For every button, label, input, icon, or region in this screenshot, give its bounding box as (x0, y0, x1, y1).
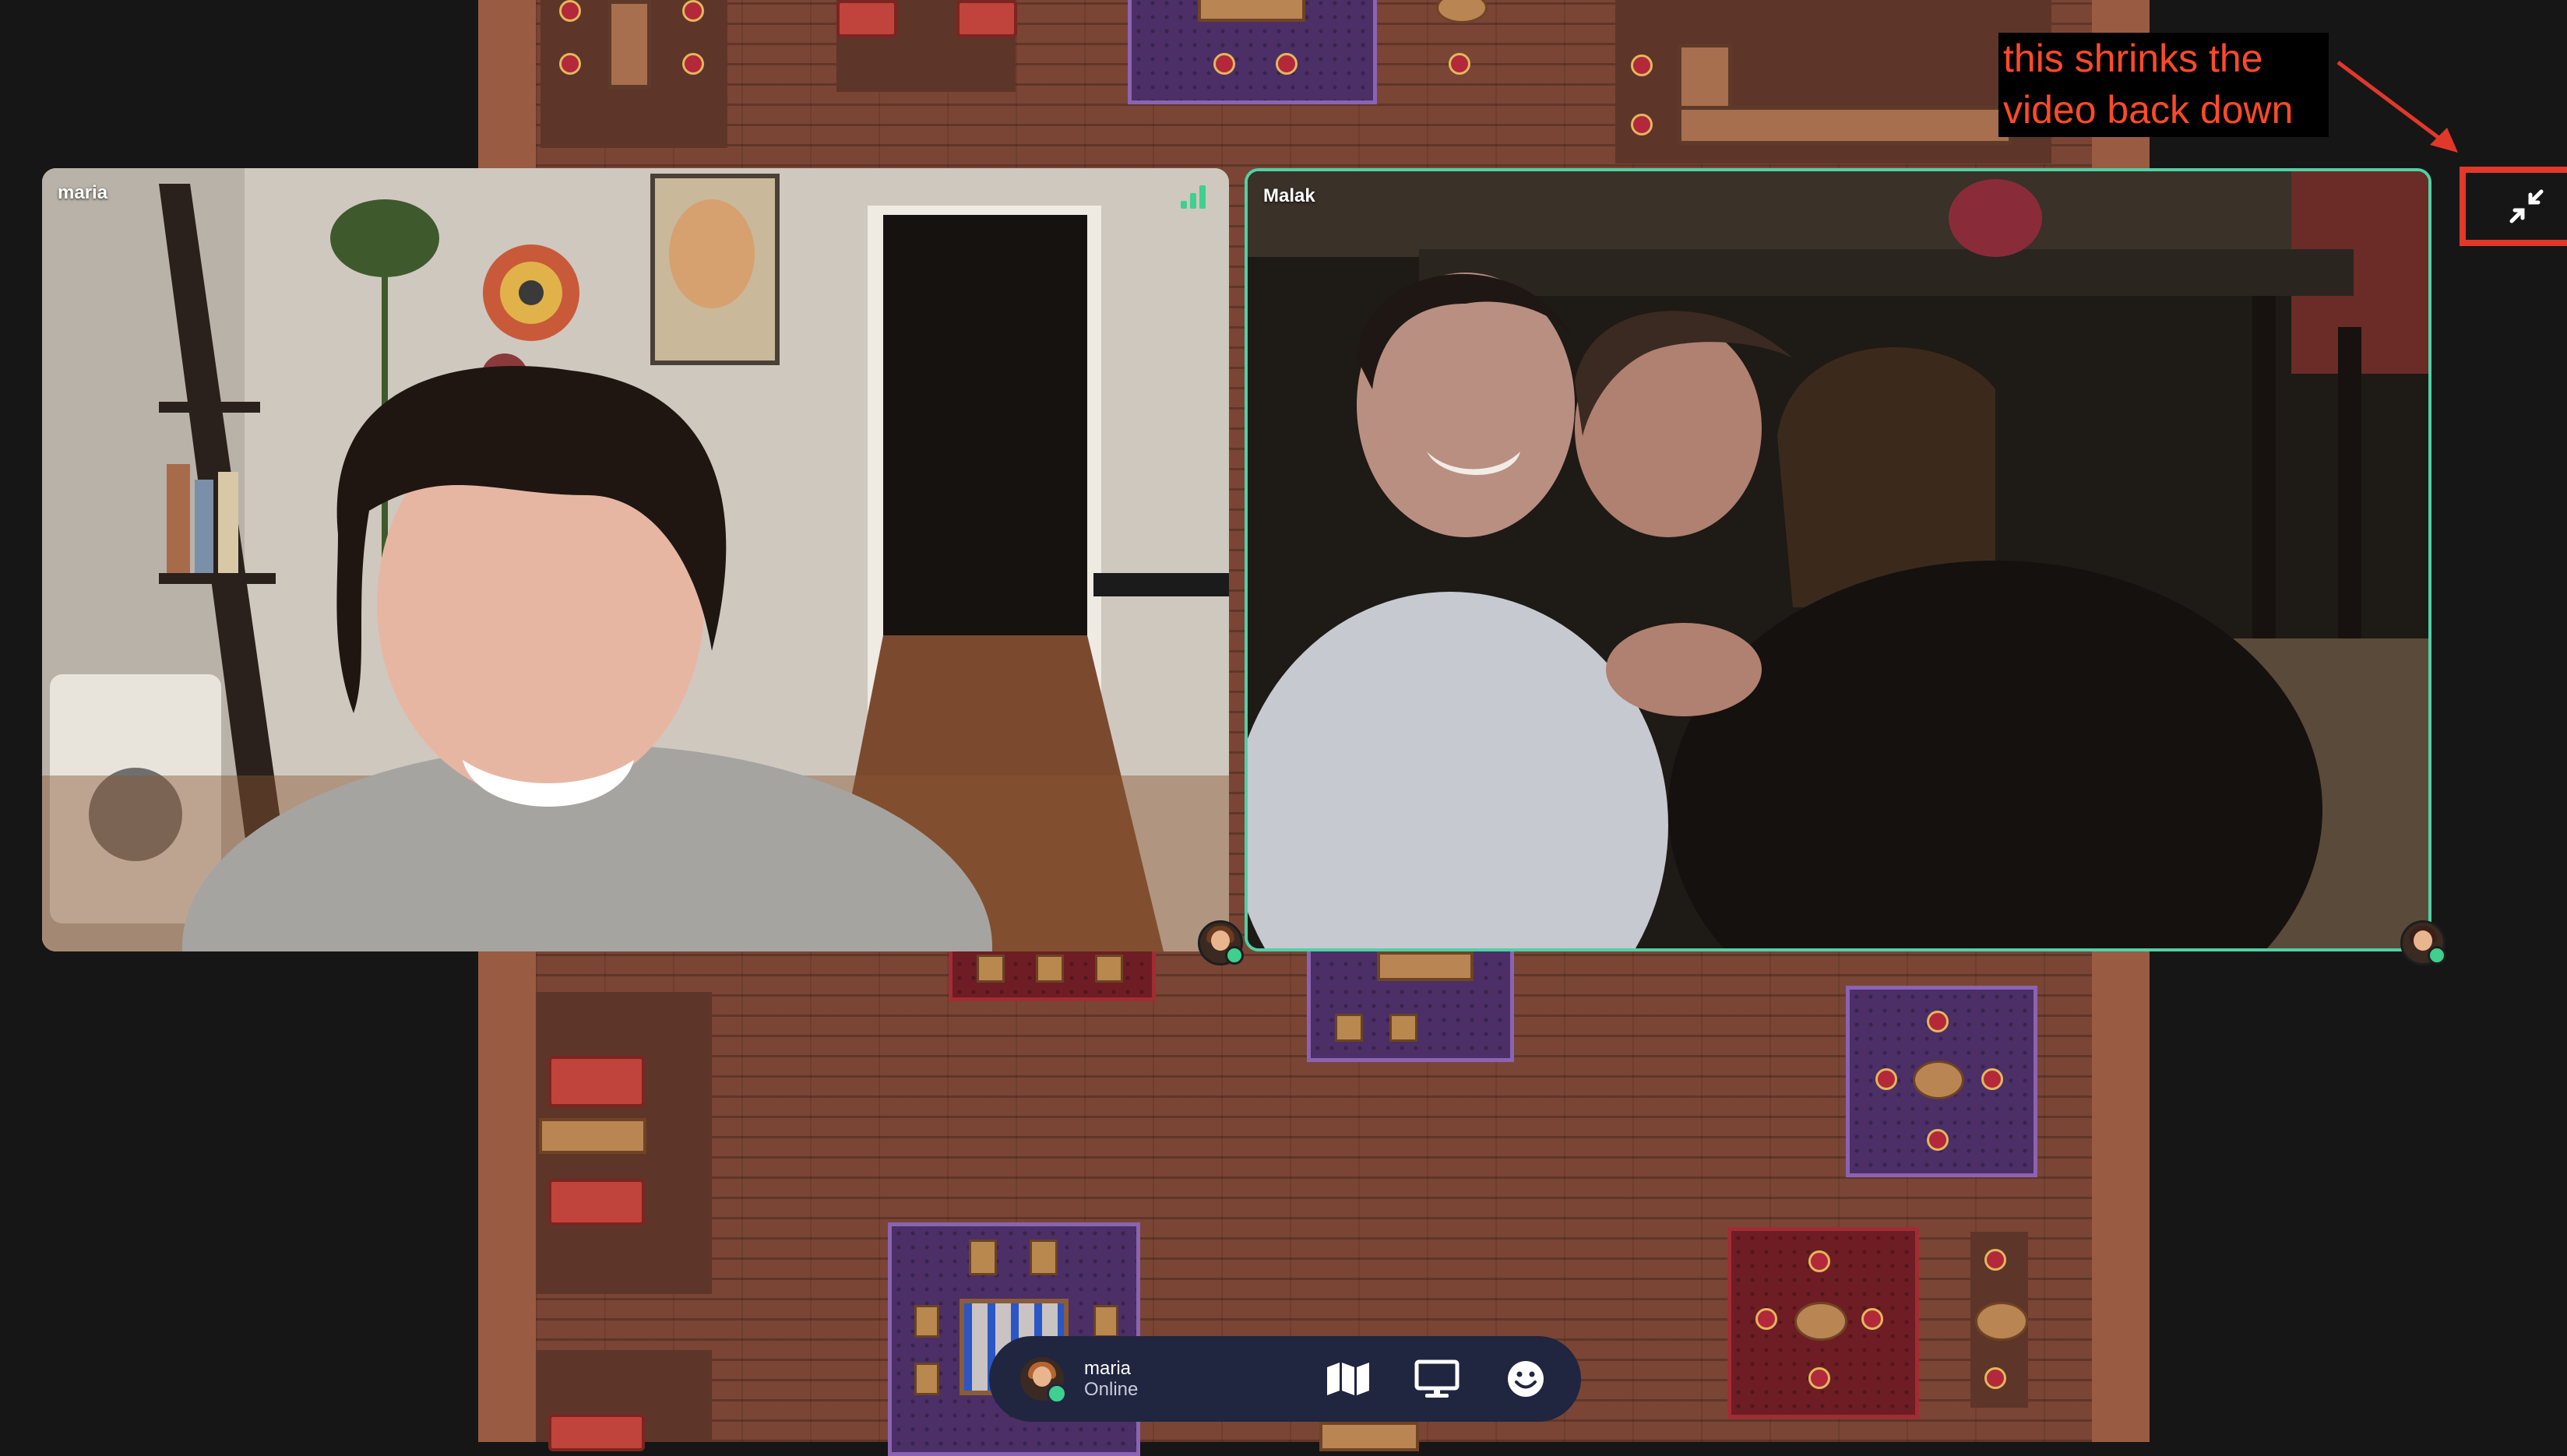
participant-name-tag: Malak (1263, 185, 1315, 206)
video-feed-maria (42, 168, 1229, 951)
tutorial-annotation: this shrinks the video back down (1998, 33, 2329, 137)
map-stool (682, 0, 704, 22)
map-chair (914, 1363, 939, 1395)
map-stool (1631, 55, 1653, 76)
map-armchair (836, 0, 897, 37)
user-name: maria (1084, 1358, 1132, 1379)
map-chair (1335, 1014, 1363, 1042)
user-status-block[interactable]: maria Online (1084, 1358, 1271, 1400)
annotation-line: video back down (2003, 88, 2294, 132)
map-table (539, 1118, 646, 1154)
screen-share-button[interactable] (1413, 1355, 1461, 1403)
map-counter (607, 0, 651, 89)
map-table (1975, 1302, 2028, 1341)
video-tile-maria[interactable]: maria (42, 168, 1229, 951)
map-stool (1984, 1367, 2006, 1389)
map-stool (1984, 1249, 2006, 1271)
user-status: Online (1084, 1379, 1139, 1400)
connection-signal-icon (1181, 184, 1212, 209)
annotation-line: this shrinks the (2003, 37, 2263, 80)
map-stool (559, 53, 581, 75)
bottom-toolbar: maria Online (989, 1336, 1581, 1422)
user-avatar[interactable] (1020, 1357, 1067, 1404)
participant-avatar-icon (2400, 920, 2446, 965)
map-table (1794, 1302, 1847, 1341)
map-chair (1036, 955, 1064, 983)
emoji-icon (1508, 1361, 1544, 1397)
participant-name-tag: maria (58, 182, 108, 203)
map-stool (1449, 53, 1470, 75)
map-sofa (548, 1414, 645, 1451)
map-stool (1981, 1068, 2003, 1090)
map-stool (559, 0, 581, 22)
map-stool (1755, 1308, 1777, 1330)
video-tile-malak[interactable]: Malak (1245, 168, 2431, 951)
minimize-arrows-icon (2509, 189, 2544, 223)
map-table (1319, 1422, 1419, 1451)
map-chair (969, 1240, 997, 1275)
map-sofa (548, 1056, 645, 1107)
map-stool (1808, 1367, 1830, 1389)
map-stool (1631, 114, 1653, 135)
map-counter (1678, 106, 2012, 145)
map-table (1913, 1060, 1964, 1099)
participant-avatar-icon (1198, 920, 1244, 965)
map-stool (1927, 1129, 1949, 1151)
emoji-button[interactable] (1502, 1355, 1550, 1403)
map-stool (1927, 1011, 1949, 1032)
map-armchair (956, 0, 1017, 37)
map-chair (914, 1305, 939, 1338)
map-stool (1861, 1308, 1883, 1330)
map-chair (1030, 1240, 1058, 1275)
map-chair (977, 955, 1005, 983)
map-stool (1213, 53, 1235, 75)
shrink-video-button[interactable] (2460, 167, 2567, 246)
map-chair (1095, 955, 1123, 983)
map-chair (1093, 1305, 1118, 1338)
map-sofa (548, 1179, 645, 1226)
map-chair (1389, 1014, 1417, 1042)
map-stool (682, 53, 704, 75)
map-stool (1808, 1250, 1830, 1272)
video-feed-malak (1248, 171, 2428, 948)
map-icon (1327, 1363, 1369, 1395)
map-table (1377, 951, 1474, 981)
map-table (1198, 0, 1305, 22)
map-stool (1875, 1068, 1897, 1090)
online-status-dot (1047, 1384, 1067, 1404)
annotation-arrow-icon (2336, 61, 2458, 153)
map-button[interactable] (1324, 1355, 1372, 1403)
online-status-dot (1225, 946, 1244, 965)
map-stool (1276, 53, 1298, 75)
online-status-dot (2428, 946, 2446, 965)
screen-share-icon (1414, 1359, 1460, 1398)
